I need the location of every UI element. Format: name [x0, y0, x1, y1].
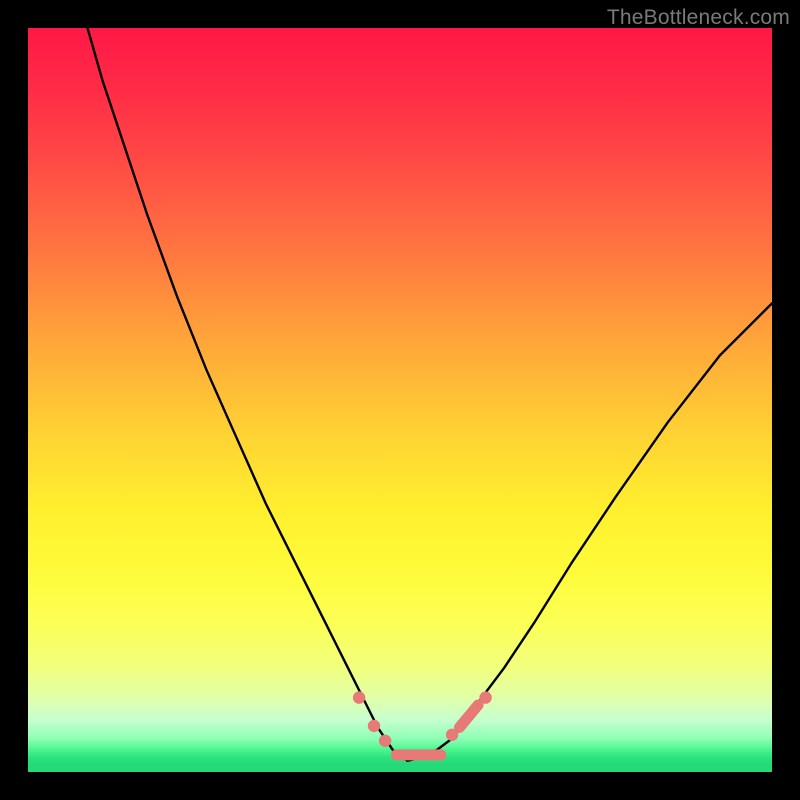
curve-marker-dot	[368, 720, 380, 732]
watermark-text: TheBottleneck.com	[607, 6, 790, 30]
curve-marker-dot	[379, 735, 391, 747]
curve-layer	[28, 28, 772, 772]
curve-marker-dot	[446, 729, 458, 741]
curve-marker-segment	[460, 705, 479, 727]
curve-marker-dot	[353, 691, 365, 703]
plot-area	[28, 28, 772, 772]
curve-marker-dot	[479, 691, 491, 703]
bottleneck-curve	[88, 28, 773, 761]
outer-frame: TheBottleneck.com	[0, 0, 800, 800]
